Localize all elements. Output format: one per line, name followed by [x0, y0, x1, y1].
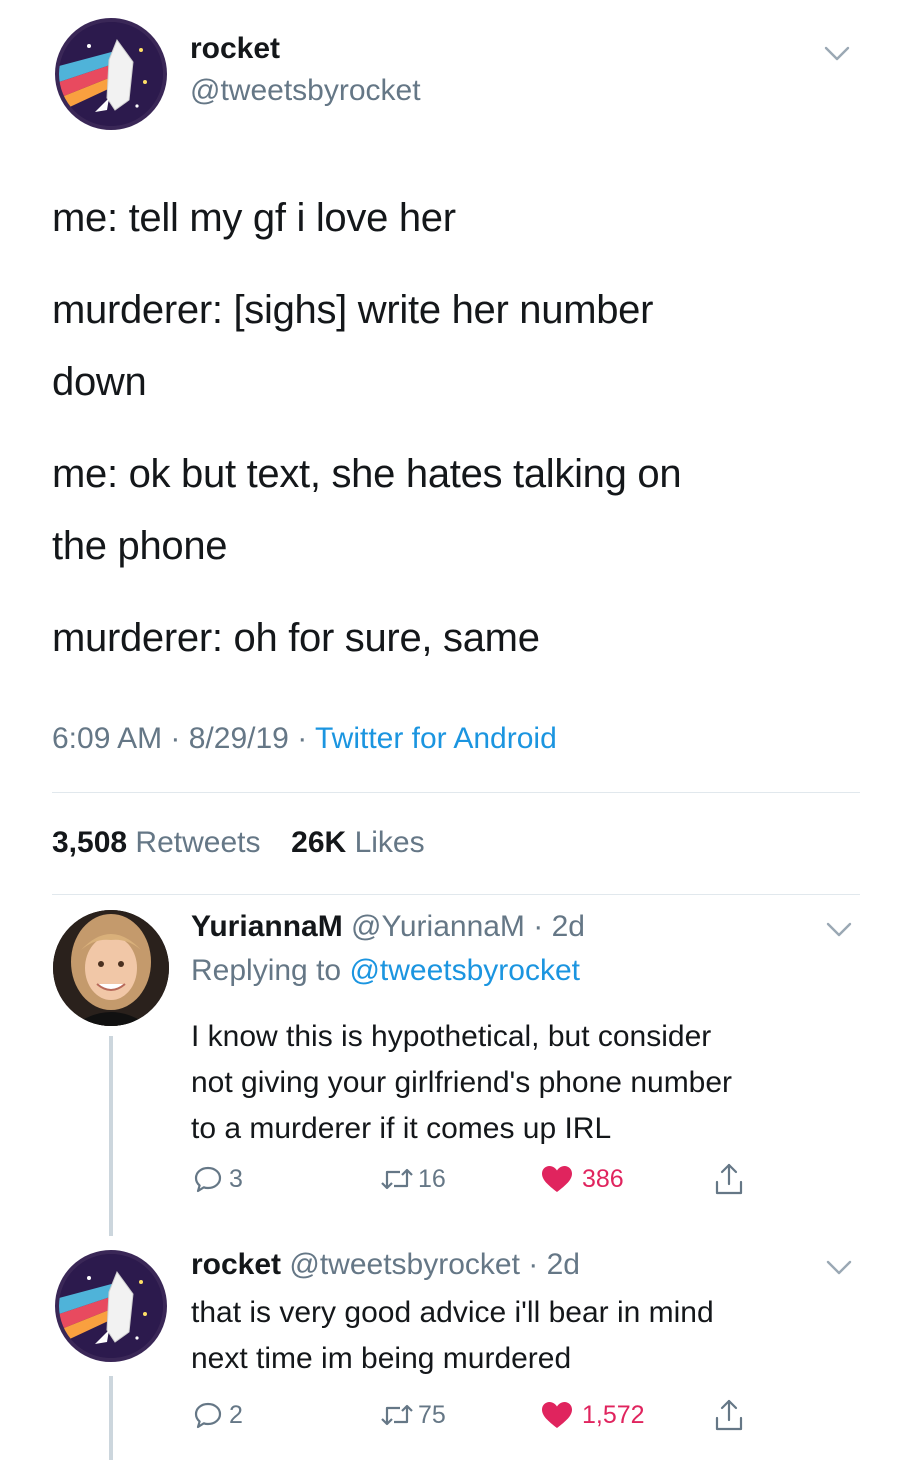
tweet-text-line: the phone: [52, 524, 228, 568]
reply-avatar[interactable]: [53, 910, 169, 1026]
divider: [52, 894, 860, 895]
retweet-icon: [381, 1168, 413, 1190]
separator-dot: ·: [297, 722, 315, 755]
reply-handle[interactable]: @tweetsbyrocket: [289, 1248, 520, 1281]
retweet-button[interactable]: 16: [380, 1164, 446, 1194]
retweet-button[interactable]: 75: [380, 1400, 446, 1430]
reply-text-line: not giving your girlfriend's phone numbe…: [191, 1066, 733, 1099]
reply-handle[interactable]: @YuriannaM: [351, 910, 525, 943]
retweets-label: Retweets: [135, 826, 261, 859]
reply-text-line: to a murderer if it comes up IRL: [191, 1112, 612, 1145]
share-icon: [715, 1163, 743, 1195]
reply-age[interactable]: 2d: [547, 1248, 580, 1281]
tweet-stats: 3,508 Retweets 26K Likes: [52, 826, 425, 860]
reply-button[interactable]: 2: [193, 1400, 243, 1430]
thread-line: [109, 1036, 113, 1236]
heart-icon: [542, 1402, 572, 1428]
author-handle[interactable]: @tweetsbyrocket: [190, 74, 421, 108]
rocket-logo-icon: [59, 22, 163, 126]
chevron-down-icon[interactable]: [824, 46, 850, 62]
retweet-count: 16: [418, 1164, 446, 1193]
separator-dot: ·: [170, 722, 189, 755]
reply-count: 3: [229, 1164, 243, 1193]
like-button[interactable]: 386: [540, 1164, 624, 1194]
retweet-count: 75: [418, 1400, 446, 1429]
reply-display-name[interactable]: YuriannaM: [191, 910, 343, 943]
reply-age[interactable]: 2d: [552, 910, 585, 943]
likes-count: 26K: [291, 826, 347, 859]
tweet-time[interactable]: 6:09 AM: [52, 722, 162, 755]
author-avatar[interactable]: [55, 18, 167, 130]
reply-avatar[interactable]: [55, 1250, 167, 1362]
likes-label: Likes: [354, 826, 425, 859]
reply-header: rocket @tweetsbyrocket · 2d: [191, 1248, 580, 1282]
tweet-text-line: me: ok but text, she hates talking on: [52, 452, 682, 496]
tweet-date[interactable]: 8/29/19: [189, 722, 289, 755]
separator-dot: ·: [524, 910, 552, 943]
reply-text-line: next time im being murdered: [191, 1342, 572, 1375]
tweet-text-line: murderer: [sighs] write her number: [52, 288, 654, 332]
reply-display-name[interactable]: rocket: [191, 1248, 281, 1281]
tweet-text-line: me: tell my gf i love her: [52, 196, 456, 240]
chevron-down-icon[interactable]: [826, 1260, 852, 1276]
chevron-down-icon[interactable]: [826, 922, 852, 938]
reply-text-line: that is very good advice i'll bear in mi…: [191, 1296, 714, 1329]
share-icon: [715, 1399, 743, 1431]
rocket-logo-icon: [59, 1254, 163, 1358]
like-count: 1,572: [582, 1400, 645, 1429]
reply-header: YuriannaM @YuriannaM · 2d: [191, 910, 585, 944]
tweet-text-line: murderer: oh for sure, same: [52, 616, 540, 660]
like-count: 386: [582, 1164, 624, 1193]
reply-icon: [194, 1166, 222, 1193]
replying-to-label: Replying to: [191, 954, 342, 987]
tweet-text-line: down: [52, 360, 147, 404]
retweets-count: 3,508: [52, 826, 128, 859]
replying-to: Replying to @tweetsbyrocket: [191, 954, 580, 988]
tweet-timestamp-row: 6:09 AM · 8/29/19 · Twitter for Android: [52, 722, 557, 756]
retweet-icon: [381, 1404, 413, 1426]
author-display-name[interactable]: rocket: [190, 32, 280, 66]
heart-icon: [542, 1166, 572, 1192]
reply-button[interactable]: 3: [193, 1164, 243, 1194]
profile-photo-icon: [53, 910, 169, 1026]
separator-dot: ·: [519, 1248, 547, 1281]
like-button[interactable]: 1,572: [540, 1400, 645, 1430]
tweet-source-link[interactable]: Twitter for Android: [315, 722, 557, 755]
share-button[interactable]: [714, 1162, 744, 1196]
thread-line: [109, 1376, 113, 1460]
divider: [52, 792, 860, 793]
reply-count: 2: [229, 1400, 243, 1429]
likes-stat[interactable]: 26K Likes: [291, 826, 424, 859]
reply-text: I know this is hypothetical, but conside…: [191, 1014, 732, 1152]
share-button[interactable]: [714, 1398, 744, 1432]
retweets-stat[interactable]: 3,508 Retweets: [52, 826, 269, 859]
replying-to-handle[interactable]: @tweetsbyrocket: [349, 954, 580, 987]
reply-text: that is very good advice i'll bear in mi…: [191, 1290, 714, 1382]
reply-text-line: I know this is hypothetical, but conside…: [191, 1020, 712, 1053]
reply-icon: [194, 1402, 222, 1429]
